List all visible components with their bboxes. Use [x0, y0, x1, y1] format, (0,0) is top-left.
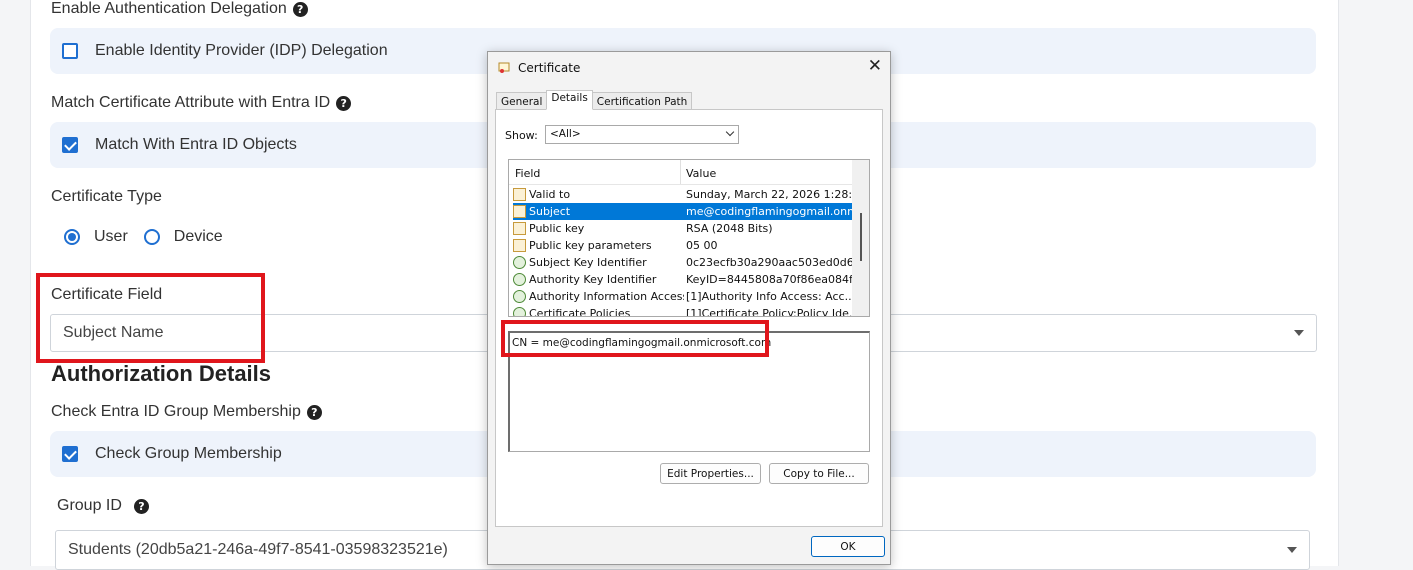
document-icon — [513, 188, 526, 201]
dialog-tabs: General Details Certification Path — [496, 90, 693, 110]
certificate-icon — [498, 62, 510, 73]
group-id-label: Group ID ? — [57, 497, 149, 515]
field-column-header[interactable]: Field — [515, 167, 540, 180]
close-icon[interactable]: ✕ — [868, 56, 882, 76]
list-scrollbar[interactable] — [852, 160, 869, 316]
question-circle-icon[interactable]: ? — [292, 1, 308, 17]
list-item[interactable]: Valid to Sunday, March 22, 2026 1:28:... — [513, 186, 863, 203]
document-icon — [513, 239, 526, 252]
list-item[interactable]: Public key parameters 05 00 — [513, 237, 853, 254]
certificate-dialog: Certificate ✕ General Details Certificat… — [487, 51, 891, 565]
scrollbar-thumb[interactable] — [860, 213, 862, 261]
group-membership-label: Check Entra ID Group Membership ? — [51, 403, 322, 421]
tab-details[interactable]: Details — [546, 90, 593, 110]
cert-field-highlight — [36, 273, 265, 363]
ok-button[interactable]: OK — [811, 536, 885, 557]
edit-properties-button[interactable]: Edit Properties... — [660, 463, 761, 484]
device-radio-label: Device — [173, 228, 223, 245]
document-icon — [513, 222, 526, 235]
chevron-down-icon — [1287, 547, 1297, 553]
auth-delegation-label: Enable Authentication Delegation ? — [51, 0, 308, 18]
chevron-down-icon — [725, 127, 735, 137]
dialog-title: Certificate — [518, 61, 581, 75]
group-membership-checkbox[interactable] — [62, 446, 78, 462]
extension-icon — [513, 256, 526, 269]
idp-delegation-text: Enable Identity Provider (IDP) Delegatio… — [95, 42, 388, 59]
cert-type-label: Certificate Type — [51, 188, 162, 205]
user-radio-label: User — [94, 228, 128, 245]
user-radio[interactable] — [64, 229, 80, 245]
list-item[interactable]: Subject Key Identifier 0c23ecfb30a290aac… — [513, 254, 864, 271]
chevron-down-icon — [1294, 330, 1304, 336]
cert-type-radios: User Device — [64, 228, 223, 246]
match-entra-checkbox[interactable] — [62, 137, 78, 153]
question-circle-icon[interactable]: ? — [336, 95, 352, 111]
group-membership-text: Check Group Membership — [95, 445, 282, 462]
question-circle-icon[interactable]: ? — [306, 404, 322, 420]
field-list: Field Value Valid to Sunday, March 22, 2… — [508, 159, 870, 317]
tab-general[interactable]: General — [496, 92, 548, 110]
list-item-subject[interactable]: Subject me@codingflamingogmail.onmi... — [513, 203, 869, 220]
idp-delegation-checkbox[interactable] — [62, 43, 78, 59]
field-list-header: Field Value — [509, 160, 853, 185]
list-item[interactable]: Certificate Policies [1]Certificate Poli… — [513, 305, 859, 316]
value-column-header[interactable]: Value — [686, 167, 716, 180]
extension-icon — [513, 290, 526, 303]
match-attr-label: Match Certificate Attribute with Entra I… — [51, 94, 352, 112]
extension-icon — [513, 307, 526, 316]
extension-icon — [513, 273, 526, 286]
tab-certification-path[interactable]: Certification Path — [591, 92, 693, 110]
question-circle-icon[interactable]: ? — [133, 498, 149, 514]
device-radio[interactable] — [143, 229, 160, 245]
list-item[interactable]: Public key RSA (2048 Bits) — [513, 220, 853, 237]
copy-to-file-button[interactable]: Copy to File... — [769, 463, 869, 484]
match-entra-text: Match With Entra ID Objects — [95, 136, 297, 153]
show-select[interactable]: <All> — [545, 125, 739, 144]
show-label: Show: — [505, 129, 538, 142]
authorization-title: Authorization Details — [51, 361, 272, 386]
subject-value-highlight — [501, 320, 769, 357]
document-icon — [513, 205, 526, 218]
list-item[interactable]: Authority Information Access [1]Authorit… — [513, 288, 855, 305]
list-item[interactable]: Authority Key Identifier KeyID=8445808a7… — [513, 271, 863, 288]
